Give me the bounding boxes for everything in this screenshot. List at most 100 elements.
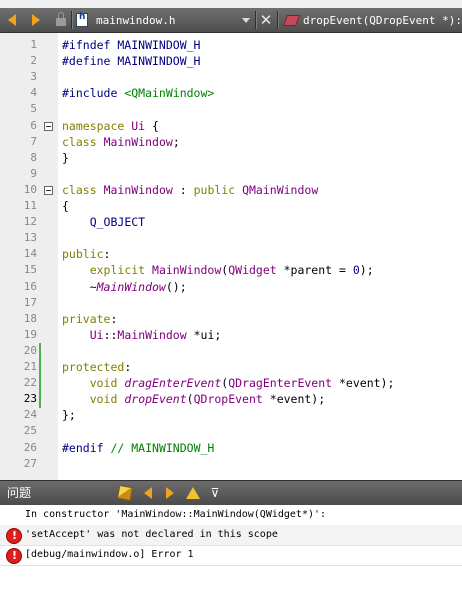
code-token: ;: [172, 134, 180, 149]
code-token: {: [145, 118, 159, 133]
function-selector[interactable]: dropEvent(QDropEvent *): vo: [303, 8, 462, 32]
code-token: {: [62, 199, 69, 213]
code-line[interactable]: 12 Q_OBJECT: [0, 214, 462, 230]
code-text: class MainWindow : public QMainWindow: [62, 182, 318, 198]
code-token: :: [103, 247, 111, 262]
line-number: 14: [23, 247, 37, 261]
code-text: #define MAINWINDOW_H: [62, 53, 200, 69]
issue-row[interactable]: [debug/mainwindow.o] Error 1: [0, 545, 462, 566]
line-number: 11: [23, 199, 37, 212]
change-marker: [39, 359, 41, 377]
line-number: 20: [23, 343, 37, 357]
filter-icon[interactable]: ⊽: [207, 481, 223, 505]
header-file-icon: [75, 8, 89, 32]
code-line[interactable]: 9: [0, 166, 462, 182]
code-line[interactable]: 5: [0, 101, 462, 117]
prev-icon[interactable]: [141, 481, 155, 505]
code-line[interactable]: 26 #endif // MAINWINDOW_H: [0, 440, 462, 456]
issues-pane: 问题 ⊽ In constructor 'MainWindow::MainWin…: [0, 480, 462, 590]
code-line[interactable]: 7 class MainWindow;: [0, 134, 462, 150]
code-text: #endif // MAINWINDOW_H: [62, 440, 214, 456]
code-line[interactable]: 19 Ui::MainWindow *ui;: [0, 327, 462, 343]
code-line[interactable]: 3: [0, 69, 462, 85]
code-token: ();: [165, 279, 187, 294]
code-token: void: [89, 376, 118, 391]
code-line[interactable]: 10 class MainWindow : public QMainWindow: [0, 182, 462, 198]
code-line[interactable]: 22 void dragEnterEvent(QDragEnterEvent *…: [0, 375, 462, 393]
fold-toggle-icon[interactable]: [44, 121, 53, 131]
code-line[interactable]: 25: [0, 423, 462, 439]
code-line[interactable]: 18 private:: [0, 311, 462, 327]
code-text: Ui::MainWindow *ui;: [62, 327, 222, 343]
function-icon: [282, 8, 300, 32]
code-token: protected: [62, 360, 125, 374]
code-text: void dragEnterEvent(QDragEnterEvent *eve…: [62, 375, 395, 391]
code-line[interactable]: 15 explicit MainWindow(QWidget *parent =…: [0, 262, 462, 278]
issues-title: 问题: [7, 486, 32, 500]
line-number: 16: [23, 279, 37, 293]
issue-row[interactable]: 'setAccept' was not declared in this sco…: [0, 525, 462, 546]
issues-header: 问题 ⊽: [0, 480, 462, 505]
warning-filter-icon[interactable]: [185, 481, 201, 505]
line-number: 15: [23, 263, 37, 277]
issue-row[interactable]: In constructor 'MainWindow::MainWindow(Q…: [0, 505, 462, 526]
code-token: ::: [103, 327, 118, 342]
file-name-label[interactable]: mainwindow.h: [96, 8, 175, 32]
code-token: MainWindow: [103, 182, 173, 197]
code-line[interactable]: 4 #include <QMainWindow>: [0, 85, 462, 101]
line-number: 12: [23, 215, 37, 229]
code-text: void dropEvent(QDropEvent *event);: [62, 391, 325, 407]
code-line[interactable]: 27: [0, 456, 462, 472]
fold-toggle-icon[interactable]: [44, 185, 53, 195]
code-line[interactable]: 13: [0, 230, 462, 246]
code-token: MainWindow: [103, 134, 173, 149]
code-line[interactable]: 16 ~MainWindow();: [0, 279, 462, 295]
code-line[interactable]: 6 namespace Ui {: [0, 118, 462, 134]
code-token: (: [186, 392, 194, 407]
clear-icon[interactable]: [116, 481, 134, 505]
code-line[interactable]: 23 void dropEvent(QDropEvent *event);: [0, 391, 462, 409]
code-token: <QMainWindow>: [124, 86, 215, 101]
code-token: class: [62, 182, 97, 197]
code-token: }: [62, 150, 69, 165]
code-line[interactable]: 20: [0, 342, 462, 360]
code-line[interactable]: 11 {: [0, 198, 462, 214]
line-number: 5: [30, 102, 37, 116]
code-token: :: [172, 182, 194, 197]
lock-icon[interactable]: [53, 8, 69, 32]
next-icon[interactable]: [163, 481, 177, 505]
code-line[interactable]: 14 public:: [0, 246, 462, 262]
code-token: :: [124, 360, 132, 374]
code-token: Ui: [131, 118, 146, 133]
code-token: };: [62, 408, 76, 423]
code-line[interactable]: 17: [0, 295, 462, 311]
issue-text: In constructor 'MainWindow::MainWindow(Q…: [25, 509, 327, 520]
code-token: *event);: [262, 392, 326, 407]
code-line[interactable]: 1 #ifndef MAINWINDOW_H: [0, 37, 462, 53]
code-line[interactable]: 2 #define MAINWINDOW_H: [0, 53, 462, 69]
chevron-down-icon[interactable]: [241, 8, 251, 32]
code-line[interactable]: 8}: [0, 150, 462, 166]
code-text: };: [62, 407, 76, 423]
line-number: 9: [30, 166, 37, 180]
close-icon[interactable]: ✕: [259, 8, 273, 32]
code-line[interactable]: 24};: [0, 407, 462, 423]
line-number: 8: [30, 150, 37, 164]
line-number: 24: [23, 408, 37, 422]
code-text: ~MainWindow();: [62, 279, 187, 295]
code-line[interactable]: 21 protected:: [0, 359, 462, 377]
error-icon: [6, 526, 22, 546]
code-token: Ui: [89, 327, 104, 342]
back-arrow-icon[interactable]: [4, 8, 20, 32]
change-marker: [39, 375, 41, 393]
line-number: 18: [23, 311, 37, 325]
code-token: MainWindow: [117, 327, 187, 342]
code-token: QDragEnterEvent: [228, 376, 333, 391]
forward-arrow-icon[interactable]: [28, 8, 44, 32]
line-number: 26: [23, 440, 37, 454]
code-text: }: [62, 150, 69, 166]
